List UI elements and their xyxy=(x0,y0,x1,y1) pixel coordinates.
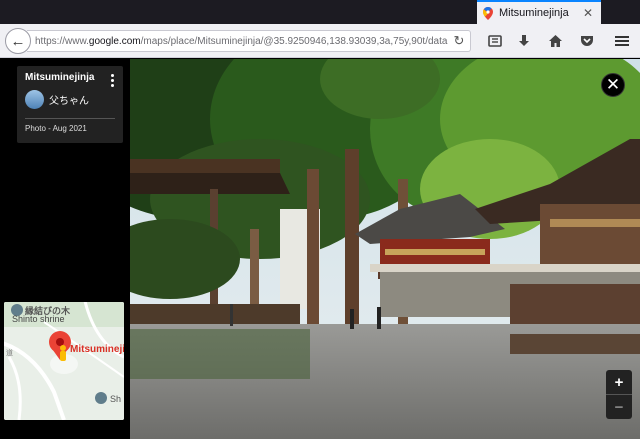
map-label-edge: Sh xyxy=(110,394,122,404)
street-view-viewer[interactable]: Mitsuminejinja 父ちゃん Photo - Aug 2021 ✕ 縁… xyxy=(0,59,640,439)
map-label-place[interactable]: Mitsuminejinja xyxy=(70,344,124,355)
url-text[interactable]: https://www.google.com/maps/place/Mitsum… xyxy=(35,36,448,47)
zoom-control: + − xyxy=(606,370,632,419)
photo-date: Photo - Aug 2021 xyxy=(25,124,87,133)
avatar[interactable] xyxy=(25,90,44,109)
street-view-photo[interactable] xyxy=(130,59,640,439)
google-maps-pin-icon xyxy=(483,6,493,20)
reader-view-icon[interactable] xyxy=(486,32,504,50)
address-bar[interactable]: https://www.google.com/maps/place/Mitsum… xyxy=(27,30,471,52)
tab-mitsuminejinja[interactable]: Mitsuminejinja ✕ xyxy=(477,0,601,24)
place-name[interactable]: Mitsuminejinja xyxy=(25,72,115,83)
download-icon[interactable] xyxy=(515,32,533,50)
zoom-in-button[interactable]: + xyxy=(606,370,632,394)
close-button[interactable]: ✕ xyxy=(601,73,625,97)
reload-icon[interactable]: ↻ xyxy=(448,33,470,49)
arrow-left-icon: ← xyxy=(10,32,26,50)
navigation-toolbar: https://www.google.com/maps/place/Mitsum… xyxy=(0,24,640,58)
home-icon[interactable] xyxy=(546,32,564,50)
card-divider xyxy=(25,118,115,119)
map-label-road: 道 xyxy=(6,350,13,357)
map-label-shrine: Shinto shrine xyxy=(12,314,65,324)
tab-title: Mitsuminejinja xyxy=(499,7,569,19)
minimap[interactable]: 縁結びの木 Shinto shrine Mitsuminejinja Sh 道 xyxy=(4,302,124,420)
author-row[interactable]: 父ちゃん xyxy=(25,90,115,109)
author-name[interactable]: 父ちゃん xyxy=(49,92,89,107)
more-vert-icon[interactable] xyxy=(111,74,115,88)
close-icon: ✕ xyxy=(605,75,621,94)
pocket-icon[interactable] xyxy=(578,32,596,50)
tab-bar: Mitsuminejinja ✕ xyxy=(0,0,640,24)
zoom-out-button[interactable]: − xyxy=(606,395,632,419)
tab-close-icon[interactable]: ✕ xyxy=(581,6,595,20)
menu-icon[interactable] xyxy=(613,32,631,50)
back-button[interactable]: ← xyxy=(5,28,31,54)
photo-info-card: Mitsuminejinja 父ちゃん Photo - Aug 2021 xyxy=(17,66,123,143)
